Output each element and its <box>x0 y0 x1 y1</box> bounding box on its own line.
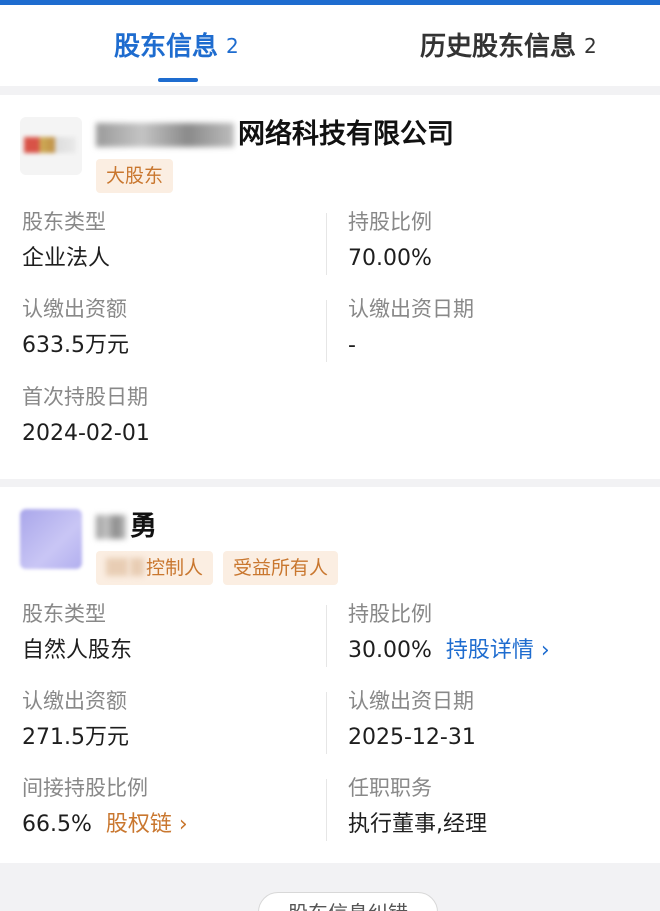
position: 任职职务 执行董事,经理 <box>348 773 487 841</box>
first-holding-date: 首次持股日期 2024-02-01 <box>22 382 150 450</box>
divider <box>326 213 327 275</box>
field-label: 任职职务 <box>348 776 432 800</box>
field-label: 持股比例 <box>348 210 432 234</box>
tab-history-count: 2 <box>584 34 597 58</box>
tag-beneficial-owner: 受益所有人 <box>223 551 339 585</box>
field-value: - <box>348 333 356 358</box>
divider <box>326 605 327 667</box>
shareholder-name-text: 网络科技有限公司 <box>238 119 454 150</box>
shareholder-card[interactable]: 网络科技有限公司 大股东 股东类型 企业法人 持股比例 70.00% 认缴出资额… <box>0 95 660 479</box>
subscribe-date: 认缴出资日期 2025-12-31 <box>348 686 476 754</box>
active-tab-indicator <box>158 78 198 82</box>
field-label: 认缴出资日期 <box>348 689 474 713</box>
field-value: 633.5万元 <box>22 333 129 358</box>
tag-actual-controller: 控制人 <box>96 551 214 585</box>
field-label: 认缴出资额 <box>22 689 127 713</box>
shareholder-type: 股东类型 自然人股东 <box>22 599 132 667</box>
field-label: 认缴出资额 <box>22 297 127 321</box>
shareholder-tags: 大股东 <box>96 159 174 193</box>
field-label: 持股比例 <box>348 602 432 626</box>
avatar <box>20 509 82 569</box>
field-label: 股东类型 <box>22 210 106 234</box>
tab-history-shareholders[interactable]: 历史股东信息 2 <box>420 29 597 69</box>
tab-shareholders-count: 2 <box>226 34 239 58</box>
shareholder-type: 股东类型 企业法人 <box>22 207 110 275</box>
redacted-text <box>96 515 126 539</box>
field-value: 2024-02-01 <box>22 421 150 446</box>
divider <box>326 779 327 841</box>
shareholder-correction-button[interactable]: 股东信息纠错 <box>258 892 438 911</box>
field-value: 70.00% <box>348 246 432 271</box>
field-label: 股东类型 <box>22 602 106 626</box>
shareholder-name-text: 勇 <box>130 511 157 542</box>
field-label: 认缴出资日期 <box>348 297 474 321</box>
subscribe-date: 认缴出资日期 - <box>348 294 474 362</box>
holding-details-link[interactable]: 持股详情 › <box>446 638 550 663</box>
divider <box>326 300 327 362</box>
holding-ratio: 持股比例 70.00% <box>348 207 432 275</box>
holding-ratio-value: 30.00% <box>348 638 432 663</box>
indirect-ratio-value: 66.5% <box>22 812 92 837</box>
redacted-text <box>106 558 128 576</box>
equity-chain-link[interactable]: 股权链 › <box>106 812 188 837</box>
indirect-holding-ratio: 间接持股比例 66.5% 股权链 › <box>22 773 188 841</box>
field-value: 执行董事,经理 <box>348 812 487 837</box>
tab-bar: 股东信息 2 历史股东信息 2 <box>0 5 660 86</box>
redacted-text <box>130 558 144 576</box>
holding-ratio: 持股比例 30.00% 持股详情 › <box>348 599 550 667</box>
field-value: 2025-12-31 <box>348 725 476 750</box>
redacted-text <box>96 123 234 147</box>
field-value: 自然人股东 <box>22 638 133 663</box>
company-logo <box>20 117 82 175</box>
shareholder-name[interactable]: 勇 <box>96 507 157 547</box>
tag-actual-controller-text: 控制人 <box>146 557 204 579</box>
tab-history-label: 历史股东信息 <box>420 32 577 62</box>
shareholder-card[interactable]: 勇 控制人 受益所有人 股东类型 自然人股东 持股比例 30.00% 持股详情 ›… <box>0 487 660 863</box>
subscribed-capital: 认缴出资额 633.5万元 <box>22 294 129 362</box>
tab-shareholders[interactable]: 股东信息 2 <box>114 29 239 69</box>
field-label: 首次持股日期 <box>22 385 148 409</box>
divider <box>326 692 327 754</box>
field-value: 271.5万元 <box>22 725 129 750</box>
field-value: 66.5% 股权链 › <box>22 809 188 841</box>
shareholder-tags: 控制人 受益所有人 <box>96 551 339 585</box>
tab-shareholders-label: 股东信息 <box>114 32 219 62</box>
field-label: 间接持股比例 <box>22 776 148 800</box>
tag-major-shareholder: 大股东 <box>96 159 174 193</box>
field-value: 企业法人 <box>22 246 111 271</box>
field-value: 30.00% 持股详情 › <box>348 635 550 667</box>
subscribed-capital: 认缴出资额 271.5万元 <box>22 686 129 754</box>
shareholder-name[interactable]: 网络科技有限公司 <box>96 115 454 155</box>
